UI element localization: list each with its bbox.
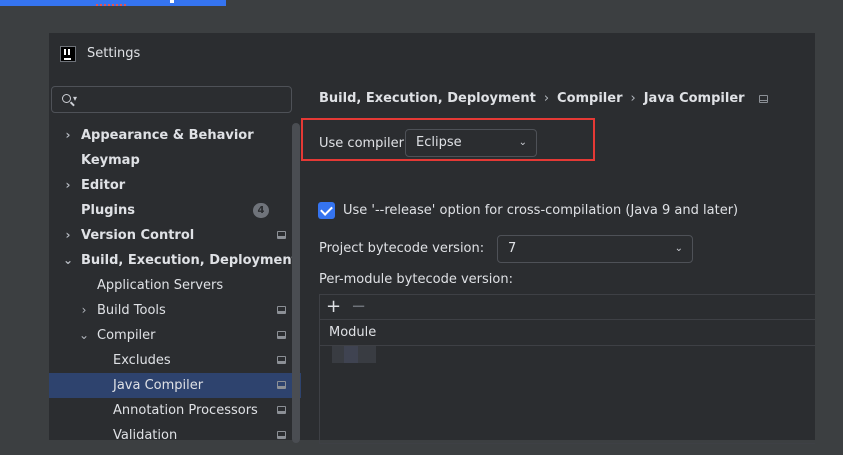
drag-ghost-artifact [332, 346, 376, 363]
sidebar-item-validation[interactable]: Validation [49, 423, 301, 448]
breadcrumb-item: Java Compiler [643, 91, 745, 106]
sidebar-item-label: Plugins [81, 203, 135, 218]
project-level-icon [277, 306, 286, 314]
strip-mark [170, 0, 174, 3]
sidebar-item-keymap[interactable]: Keymap [49, 148, 301, 173]
bytecode-version-value: 7 [508, 241, 517, 256]
use-compiler-value: Eclipse [416, 135, 462, 150]
project-level-icon [277, 356, 286, 364]
table-column-header[interactable]: Module [320, 320, 815, 346]
per-module-table: + − Module [319, 294, 815, 444]
settings-dialog: Settings ▾ › Appearance & Behavior Keyma… [49, 33, 815, 444]
search-icon[interactable] [62, 94, 71, 103]
add-icon[interactable]: + [326, 297, 341, 317]
background-window-strip [0, 0, 226, 6]
chevron-right-icon[interactable]: › [62, 123, 74, 148]
per-module-bytecode-label: Per-module bytecode version: [319, 272, 513, 287]
sidebar-item-plugins[interactable]: Plugins 4 [49, 198, 301, 223]
chevron-right-icon: › [543, 91, 550, 106]
sidebar-item-excludes[interactable]: Excludes [49, 348, 301, 373]
intellij-logo-icon [60, 46, 76, 62]
remove-icon[interactable]: − [351, 297, 366, 317]
release-option-checkbox[interactable] [318, 202, 335, 219]
sidebar-item-label: Java Compiler [113, 378, 204, 393]
sidebar-item-label: Editor [81, 178, 126, 193]
release-option-label[interactable]: Use '--release' option for cross-compila… [343, 203, 738, 218]
sidebar-item-application-servers[interactable]: Application Servers [49, 273, 301, 298]
sidebar-item-compiler[interactable]: ⌄ Compiler [49, 323, 301, 348]
project-level-icon [277, 231, 286, 239]
sidebar-scrollbar[interactable] [292, 123, 300, 443]
spellcheck-underline [96, 1, 126, 6]
sidebar-item-appearance-behavior[interactable]: › Appearance & Behavior [49, 123, 301, 148]
sidebar-item-label: Compiler [97, 328, 156, 343]
project-level-icon [277, 381, 286, 389]
java-compiler-panel: Build, Execution, Deployment › Compiler › Ja… [301, 75, 815, 444]
sidebar-item-label: Application Servers [97, 278, 224, 293]
chevron-down-icon: ⌄ [518, 137, 527, 148]
sidebar-item-build-execution-deployment[interactable]: ⌄ Build, Execution, Deployment [49, 248, 301, 273]
table-toolbar: + − [320, 295, 815, 320]
sidebar-item-label: Build, Execution, Deployment [81, 253, 298, 268]
window-title: Settings [87, 46, 141, 61]
chevron-right-icon: › [630, 91, 636, 106]
breadcrumb-item[interactable]: Build, Execution, Deployment [319, 91, 536, 106]
sidebar-item-java-compiler[interactable]: Java Compiler [49, 373, 301, 398]
sidebar-item-label: Excludes [113, 353, 171, 368]
module-column-label: Module [329, 325, 377, 340]
project-level-icon [758, 94, 768, 103]
chevron-right-icon[interactable]: › [62, 223, 74, 248]
search-options-chevron-icon[interactable]: ▾ [73, 94, 77, 103]
sidebar-item-label: Version Control [81, 228, 195, 243]
chevron-down-icon[interactable]: ⌄ [62, 248, 74, 273]
sidebar-item-build-tools[interactable]: › Build Tools [49, 298, 301, 323]
sidebar-item-label: Appearance & Behavior [81, 128, 254, 143]
breadcrumb-item[interactable]: Compiler [557, 91, 622, 106]
settings-sidebar: ▾ › Appearance & Behavior Keymap › Edito… [49, 75, 301, 443]
project-level-icon [277, 406, 286, 414]
chevron-right-icon[interactable]: › [62, 173, 74, 198]
sidebar-item-label: Annotation Processors [113, 403, 258, 418]
sidebar-item-version-control[interactable]: › Version Control [49, 223, 301, 248]
sidebar-item-label: Keymap [81, 153, 140, 168]
sidebar-item-label: Validation [113, 428, 178, 443]
sidebar-item-annotation-processors[interactable]: Annotation Processors [49, 398, 301, 423]
breadcrumb: Build, Execution, Deployment › Compiler › Ja… [319, 91, 768, 106]
project-level-icon [277, 331, 286, 339]
plugins-count-badge: 4 [253, 203, 269, 218]
settings-search-input[interactable]: ▾ [51, 86, 292, 113]
bytecode-version-label: Project bytecode version: [319, 241, 485, 256]
use-compiler-label: Use compiler: [319, 136, 409, 151]
project-level-icon [277, 431, 286, 439]
use-compiler-dropdown[interactable]: Eclipse ⌄ [405, 129, 537, 157]
title-bar: Settings [49, 33, 815, 75]
chevron-right-icon[interactable]: › [78, 298, 90, 323]
chevron-down-icon[interactable]: ⌄ [78, 323, 90, 348]
sidebar-item-editor[interactable]: › Editor [49, 173, 301, 198]
sidebar-item-label: Build Tools [97, 303, 166, 318]
bytecode-version-dropdown[interactable]: 7 ⌄ [497, 235, 693, 263]
chevron-down-icon: ⌄ [674, 243, 683, 254]
